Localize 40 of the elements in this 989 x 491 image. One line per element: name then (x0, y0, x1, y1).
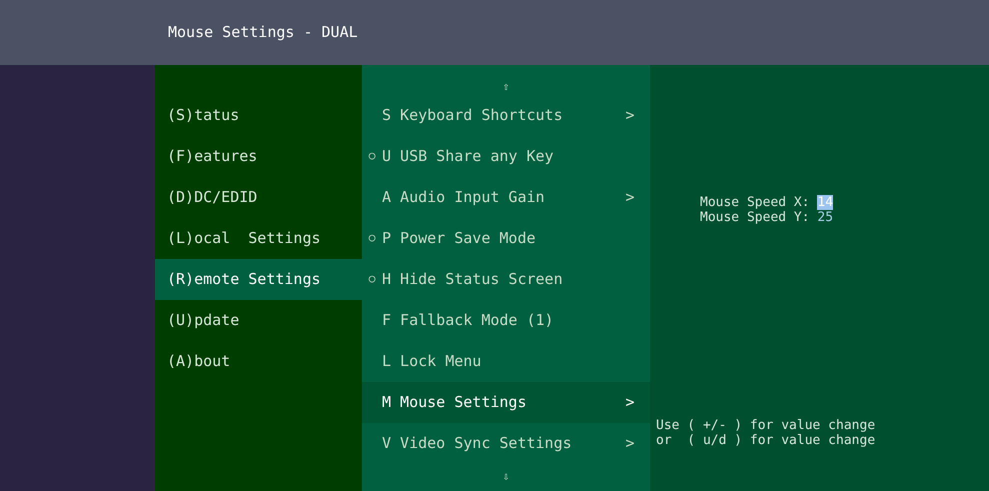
window-title: Mouse Settings - DUAL (168, 22, 358, 44)
main-menu-item[interactable]: (L)ocal Settings (155, 218, 362, 259)
submenu-label: L Lock Menu (382, 351, 482, 372)
submenu-label: F Fallback Mode (1) (382, 310, 555, 332)
submenu-item[interactable]: V Video Sync Settings > (362, 423, 650, 464)
submenu-arrow: > (625, 392, 635, 414)
submenu-item[interactable]: ○ P Power Save Mode (362, 218, 650, 259)
setting-label: Mouse Speed Y: (700, 210, 811, 225)
submenu-label: M Mouse Settings (382, 392, 528, 414)
setting-value[interactable]: 25 (817, 210, 834, 225)
radio-marker: ○ (368, 148, 376, 164)
main-menu-item[interactable]: (A)bout (155, 341, 362, 382)
help-text: or ( u/d ) for value change (656, 433, 876, 448)
setting-label: Mouse Speed X: (700, 195, 811, 210)
scroll-down-arrow[interactable]: ⇩ (502, 469, 510, 486)
main-menu-item[interactable]: (F)eatures (155, 136, 362, 177)
submenu-item[interactable]: F Fallback Mode (1) (362, 300, 650, 341)
submenu-item[interactable]: ○ U USB Share any Key (362, 136, 650, 177)
submenu-label: V Video Sync Settings (382, 433, 573, 454)
submenu-item[interactable]: M Mouse Settings > (362, 382, 650, 423)
main-menu-item[interactable]: (D)DC/EDID (155, 177, 362, 218)
main-menu-item[interactable]: (R)emote Settings (155, 259, 362, 300)
submenu-label: P Power Save Mode (382, 228, 537, 250)
submenu-arrow: > (625, 433, 635, 454)
submenu-item[interactable]: ○ H Hide Status Screen (362, 259, 650, 300)
main-menu-item[interactable]: (U)pdate (155, 300, 362, 341)
submenu-item[interactable]: L Lock Menu (362, 341, 650, 382)
radio-marker: ○ (368, 271, 376, 288)
main-menu-item[interactable]: (S)tatus (155, 95, 362, 136)
submenu-arrow: > (625, 187, 635, 208)
help-text: Use ( +/- ) for value change (656, 418, 876, 433)
submenu-label: S Keyboard Shortcuts (382, 105, 564, 126)
scroll-up-arrow[interactable]: ⇧ (502, 78, 510, 95)
submenu-label: U USB Share any Key (382, 146, 555, 168)
submenu-label: A Audio Input Gain (382, 187, 546, 208)
submenu-item[interactable]: S Keyboard Shortcuts > (362, 95, 650, 136)
radio-marker: ○ (368, 230, 376, 246)
submenu-item[interactable]: A Audio Input Gain > (362, 177, 650, 218)
submenu-arrow: > (625, 105, 635, 126)
submenu-label: H Hide Status Screen (382, 269, 564, 290)
